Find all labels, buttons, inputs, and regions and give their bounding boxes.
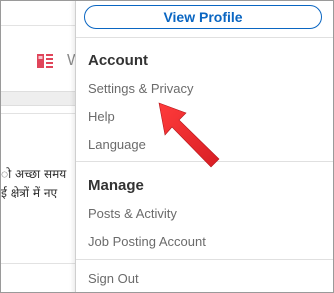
help-link[interactable]: Help bbox=[88, 109, 115, 124]
view-profile-button[interactable]: View Profile bbox=[84, 5, 322, 29]
background-text-line: ई क्षेत्रों में नए bbox=[1, 186, 58, 200]
article-icon[interactable] bbox=[37, 54, 53, 68]
menu-separator bbox=[76, 161, 333, 162]
manage-section-title: Manage bbox=[88, 177, 144, 194]
background-divider bbox=[1, 113, 76, 114]
profile-dropdown-menu: View Profile Account Settings & Privacy … bbox=[75, 1, 333, 292]
job-posting-account-link[interactable]: Job Posting Account bbox=[88, 234, 206, 249]
sign-out-link[interactable]: Sign Out bbox=[88, 271, 139, 286]
screenshot-frame: W ो अच्छा समय ई क्षेत्रों में नए View Pr… bbox=[0, 0, 334, 293]
posts-activity-link[interactable]: Posts & Activity bbox=[88, 206, 177, 221]
language-link[interactable]: Language bbox=[88, 137, 146, 152]
background-divider bbox=[1, 25, 76, 26]
menu-separator bbox=[76, 37, 333, 38]
account-section-title: Account bbox=[88, 52, 148, 69]
background-band bbox=[1, 91, 76, 106]
settings-privacy-link[interactable]: Settings & Privacy bbox=[88, 81, 194, 96]
background-text-line: ो अच्छा समय bbox=[1, 167, 67, 181]
menu-separator bbox=[76, 259, 333, 260]
background-divider bbox=[1, 263, 76, 264]
